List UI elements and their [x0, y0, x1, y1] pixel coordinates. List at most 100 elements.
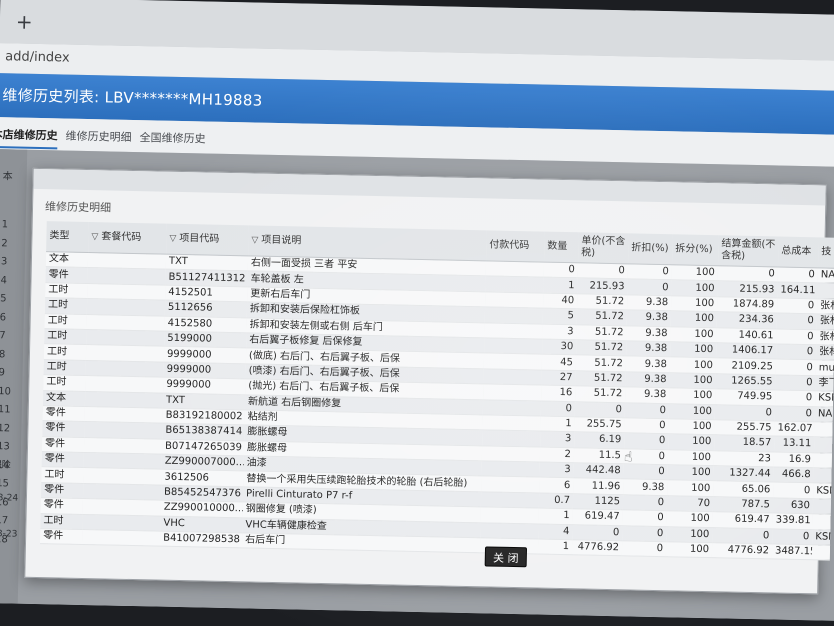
table-cell [86, 298, 166, 316]
table-cell [482, 414, 541, 432]
table-cell [85, 344, 165, 362]
table-cell [481, 445, 541, 463]
hand-cursor-icon: ☝ [623, 449, 633, 466]
table-cell: NA [814, 406, 834, 423]
column-header-unit-price[interactable]: 单价(不含税) [578, 232, 629, 264]
table-cell: 4 [538, 523, 573, 540]
table-cell: 0 [776, 328, 817, 345]
table-cell: KSM008 [812, 529, 831, 546]
table-cell: 0 [621, 540, 667, 558]
column-header-payment-code[interactable]: 付款代码 [486, 230, 545, 263]
table-cell: KSM0 [815, 390, 834, 407]
table-cell: 1265.55 [715, 373, 776, 391]
table-cell: 6 [539, 477, 574, 494]
close-button[interactable]: 关 闭 [484, 546, 528, 568]
new-tab-icon[interactable]: + [16, 9, 33, 33]
table-cell: 工时 [44, 297, 88, 315]
table-cell: 100 [666, 526, 713, 543]
table-cell: 1327.44 [713, 465, 774, 483]
column-header-description[interactable]: ▽ 项目说明 [248, 225, 487, 261]
table-cell: 0 [774, 405, 816, 422]
table-cell: 51.72 [577, 293, 628, 311]
background-row-number: 11 [0, 404, 11, 416]
table-cell [85, 375, 164, 393]
table-cell: 0 [622, 525, 667, 542]
column-header-item-code[interactable]: ▽ 项目代码 [166, 223, 249, 256]
table-cell [480, 491, 540, 509]
modal-title: 维修历史明细 [44, 200, 112, 215]
table-cell: 1125 [572, 493, 624, 511]
table-cell: B85452547376 [160, 484, 244, 503]
table-cell [86, 314, 165, 332]
table-cell: 文本 [42, 390, 86, 407]
table-cell [482, 399, 542, 416]
background-row-number: 1 [1, 219, 9, 231]
table-cell: NA [817, 267, 834, 284]
table-cell: 9.38 [627, 294, 672, 311]
table-cell: 0 [543, 262, 579, 279]
column-header-type[interactable]: 类型 [46, 221, 89, 253]
column-header-discount[interactable]: 折扣(%) [627, 233, 673, 265]
table-cell: 45 [541, 354, 577, 371]
table-cell: 619.47 [572, 508, 623, 526]
table-cell: 51.72 [576, 339, 627, 357]
table-cell [87, 267, 166, 285]
table-cell: 张林 [816, 344, 834, 361]
table-cell [483, 368, 542, 386]
table-cell: 749.95 [715, 388, 776, 406]
column-header-total-cost[interactable]: 总成本 [777, 236, 819, 268]
sort-icon[interactable]: ▽ [169, 234, 176, 244]
table-cell: 6.19 [574, 432, 625, 449]
tab-national-history[interactable]: 全国维修历史 [139, 129, 205, 146]
table-cell [82, 483, 162, 501]
table-cell [811, 544, 831, 561]
url-text: add/index [5, 49, 70, 66]
background-row-number: 15 [0, 478, 10, 490]
background-row-number: 4 [0, 274, 7, 286]
sort-icon[interactable]: ▽ [91, 232, 98, 242]
table-cell: 1 [543, 277, 578, 294]
table-cell: 0 [574, 401, 626, 418]
table-cell: B41007298538 [159, 531, 243, 549]
tab-history-detail[interactable]: 维修历史明细 [65, 128, 131, 145]
background-side-label: 本 [2, 171, 13, 183]
table-cell: 3487.15 [771, 543, 813, 561]
table-cell: 0 [773, 482, 814, 499]
table-cell: 339.81 [772, 513, 813, 530]
table-cell: 100 [667, 480, 714, 497]
table-cell: 1874.89 [717, 296, 778, 314]
table-cell: 0.7 [538, 492, 574, 509]
column-header-technician[interactable]: 技 [817, 237, 834, 269]
table-cell: 零件 [40, 482, 84, 499]
table-cell: 1 [537, 539, 573, 556]
table-cell: 100 [671, 295, 718, 312]
table-cell: 100 [668, 434, 715, 451]
table-cell: 100 [668, 403, 716, 420]
table-cell: 零件 [41, 451, 84, 468]
table-cell: 工时 [43, 374, 86, 392]
table-cell [485, 260, 545, 278]
tab-store-history[interactable]: 本店维修历史 [0, 125, 58, 150]
sort-icon[interactable]: ▽ [251, 235, 258, 245]
table-cell: 0 [624, 417, 669, 435]
table-cell: 51.72 [575, 355, 627, 372]
table-cell: KSM001 [813, 483, 832, 500]
background-row-number: 9 [0, 367, 6, 379]
page-title: 维修历史列表: LBV*******MH19883 [2, 86, 263, 110]
table-cell: 9.38 [625, 371, 670, 388]
column-header-split[interactable]: 拆分(%) [671, 234, 719, 266]
table-cell: 5 [542, 308, 578, 325]
table-cell: 51.72 [576, 324, 627, 341]
table-cell: 1 [538, 508, 573, 525]
table-cell [817, 283, 834, 299]
column-header-quantity[interactable]: 数量 [544, 231, 579, 263]
table-cell [86, 329, 165, 347]
table-cell: 100 [669, 372, 716, 389]
table-cell: 4776.92 [571, 539, 623, 557]
table-cell [83, 437, 163, 455]
column-header-settlement[interactable]: 结算金额(不含税) [717, 235, 779, 267]
table-cell: 9999000 [163, 346, 247, 364]
column-header-package-code[interactable]: ▽ 套餐代码 [88, 222, 167, 255]
table-cell: VHC [160, 515, 243, 533]
table-cell [813, 467, 832, 484]
